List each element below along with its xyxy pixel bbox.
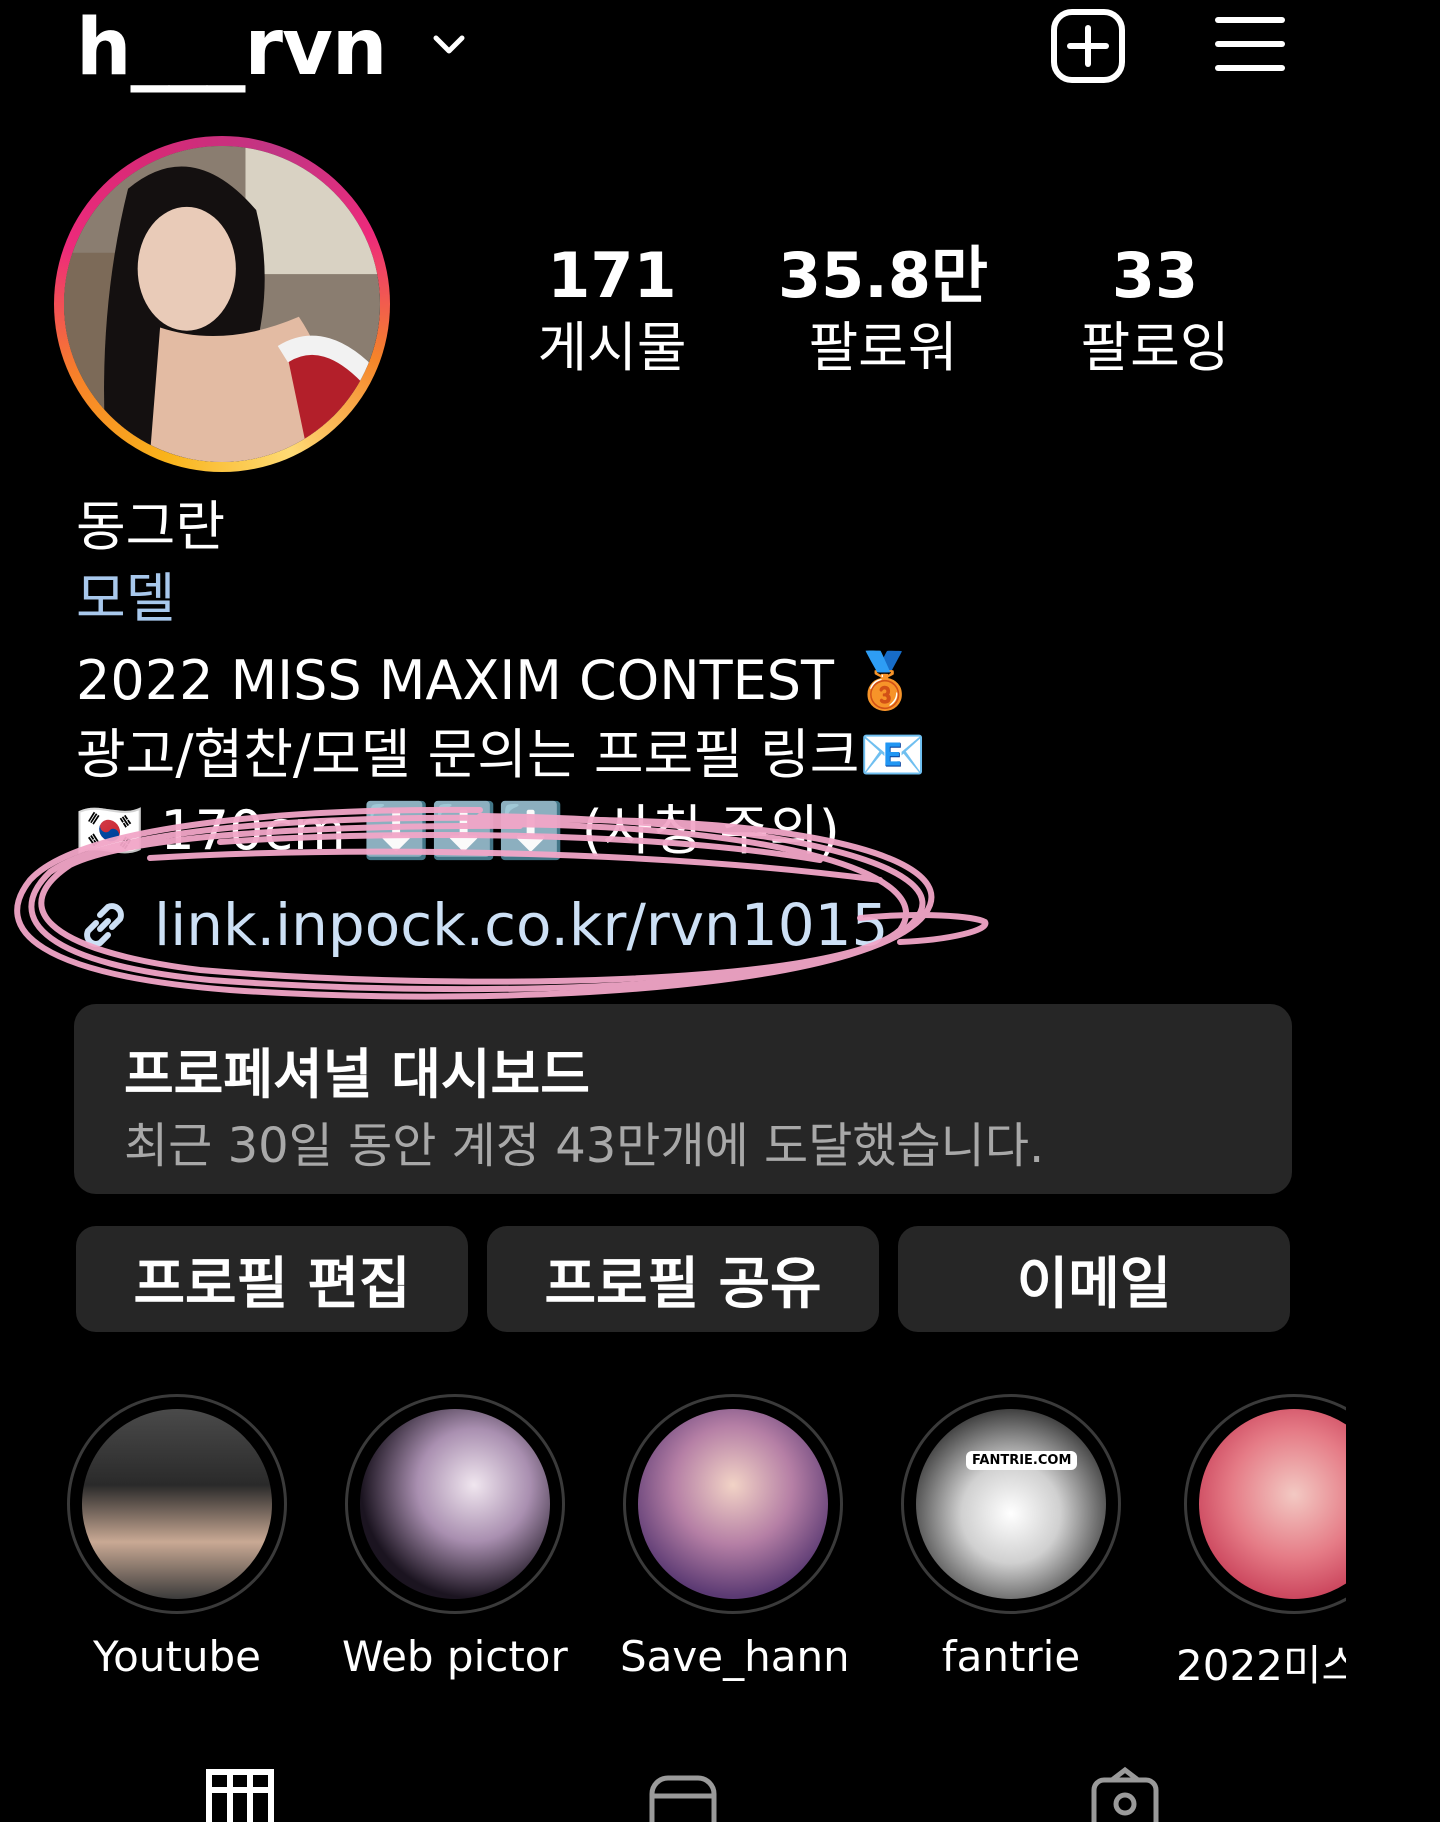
- highlight-label: fantrie: [941, 1632, 1081, 1681]
- followers-count: 35.8만: [777, 239, 988, 312]
- posts-stat[interactable]: 171 게시물: [497, 240, 727, 384]
- highlight-label: Youtube: [93, 1632, 261, 1681]
- profile-avatar[interactable]: [54, 136, 390, 472]
- edit-profile-button[interactable]: 프로필 편집: [76, 1226, 468, 1332]
- highlight-ring: [623, 1394, 843, 1614]
- highlight-2022-miss[interactable]: 2022미스: [1176, 1394, 1346, 1693]
- profile-category: 모델: [76, 567, 176, 630]
- highlight-ring: [67, 1394, 287, 1614]
- avatar-illustration: [64, 146, 380, 462]
- hamburger-menu-icon[interactable]: [1214, 12, 1286, 76]
- tagged-icon[interactable]: [1090, 1762, 1160, 1822]
- profile-link[interactable]: link.inpock.co.kr/rvn1015: [76, 890, 888, 960]
- profile-tab-bar: [0, 1750, 1440, 1822]
- highlight-ring: [1184, 1394, 1346, 1614]
- highlight-youtube[interactable]: Youtube: [64, 1394, 290, 1681]
- bio-line-2: 광고/협찬/모델 문의는 프로필 링크📧: [76, 723, 927, 786]
- fantrie-badge: FANTRIE.COM: [966, 1451, 1078, 1470]
- posts-count: 171: [547, 239, 677, 312]
- dashboard-subtitle: 최근 30일 동안 계정 43만개에 도달했습니다.: [124, 1118, 1045, 1174]
- following-stat[interactable]: 33 팔로잉: [1040, 240, 1270, 384]
- professional-dashboard-card[interactable]: 프로페셔널 대시보드 최근 30일 동안 계정 43만개에 도달했습니다.: [74, 1004, 1292, 1194]
- highlight-label: Save_hannah: [620, 1632, 846, 1681]
- highlight-ring: FANTRIE.COM: [901, 1394, 1121, 1614]
- highlight-label: Web pictori...: [342, 1632, 568, 1681]
- highlight-fantrie[interactable]: FANTRIE.COM fantrie: [898, 1394, 1124, 1681]
- dashboard-title: 프로페셔널 대시보드: [124, 1043, 590, 1106]
- avatar-photo: [64, 146, 380, 462]
- posts-label: 게시물: [537, 316, 687, 379]
- highlight-thumbnail: [638, 1409, 828, 1599]
- highlight-label: 2022미스: [1176, 1641, 1346, 1690]
- chevron-down-icon[interactable]: [432, 32, 466, 58]
- highlight-thumbnail: [82, 1409, 272, 1599]
- bio-line-1: 2022 MISS MAXIM CONTEST 🥉: [76, 649, 919, 712]
- reels-icon[interactable]: [648, 1762, 718, 1822]
- following-count: 33: [1111, 239, 1199, 312]
- profile-username[interactable]: h___rvn: [76, 0, 387, 96]
- email-button[interactable]: 이메일: [898, 1226, 1290, 1332]
- highlight-thumbnail: [360, 1409, 550, 1599]
- plus-square-icon[interactable]: [1050, 8, 1126, 84]
- link-icon: [84, 903, 124, 947]
- grid-icon[interactable]: [205, 1762, 275, 1822]
- highlight-thumbnail: FANTRIE.COM: [916, 1409, 1106, 1599]
- profile-link-text: link.inpock.co.kr/rvn1015: [154, 891, 889, 959]
- bio-line-3: 🇰🇷 170cm ⬇️⬇️⬇️ (사칭 주의): [76, 799, 840, 862]
- highlight-ring: [345, 1394, 565, 1614]
- highlight-save-hannah[interactable]: Save_hannah: [620, 1394, 846, 1681]
- profile-display-name: 동그란: [76, 495, 226, 558]
- highlight-thumbnail: [1199, 1409, 1346, 1599]
- share-profile-button[interactable]: 프로필 공유: [487, 1226, 879, 1332]
- following-label: 팔로잉: [1080, 316, 1230, 379]
- highlight-web-pictorial[interactable]: Web pictori...: [342, 1394, 568, 1681]
- followers-label: 팔로워: [808, 316, 958, 379]
- followers-stat[interactable]: 35.8만 팔로워: [768, 240, 998, 384]
